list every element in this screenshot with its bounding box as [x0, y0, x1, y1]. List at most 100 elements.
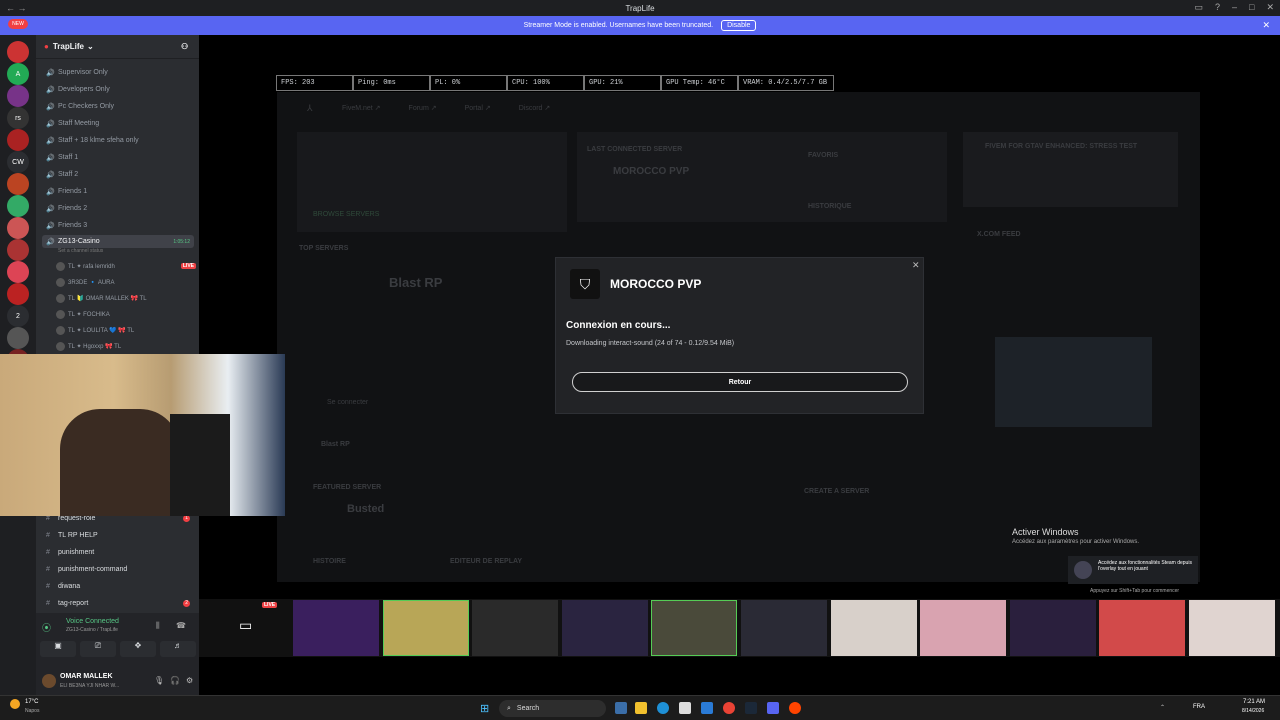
language-indicator[interactable]: FRA	[1193, 704, 1205, 710]
steam-taskbar-icon[interactable]	[745, 702, 757, 714]
user-name[interactable]: OMAR MALLEK	[60, 673, 113, 680]
featured-name[interactable]: Busted	[347, 503, 384, 515]
inbox-icon[interactable]: ▭	[1194, 2, 1203, 13]
screen-share-icon[interactable]: ⎚	[80, 641, 116, 657]
mail-icon[interactable]	[701, 702, 713, 714]
file-explorer-icon[interactable]	[635, 702, 647, 714]
maximize-button[interactable]: □	[1249, 2, 1254, 13]
stream-tile[interactable]	[293, 600, 379, 656]
server-icon[interactable]	[7, 261, 29, 283]
connect-button[interactable]: Se connecter	[327, 399, 368, 406]
fivem-nav-link[interactable]: FiveM.net ↗	[342, 104, 381, 112]
server-icon[interactable]	[7, 85, 29, 107]
close-button[interactable]: ✕	[1266, 2, 1274, 13]
channel-item[interactable]: 🔊 Staff Meeting	[42, 116, 194, 131]
channel-item[interactable]: 🔊 Staff 1	[42, 150, 194, 165]
guild-header[interactable]: ● TrapLife ⌄ ⚇	[36, 35, 199, 59]
voice-member[interactable]: 3R3DE 🔹 AURA	[56, 275, 196, 289]
stream-tile[interactable]	[830, 600, 917, 656]
store-icon[interactable]	[679, 702, 691, 714]
server-icon[interactable]	[7, 217, 29, 239]
voice-member[interactable]: TL ✦ LOULITA 💙 🎀 TL	[56, 323, 196, 337]
channel-item[interactable]: 🔊 Staff 2	[42, 167, 194, 182]
weather-location[interactable]: Napos	[25, 708, 39, 714]
discord-taskbar-icon[interactable]	[767, 702, 779, 714]
voice-member[interactable]: TL ✦ FOCHIKA	[56, 307, 196, 321]
activities-icon[interactable]: ✥	[120, 641, 156, 657]
minimize-button[interactable]: –	[1232, 2, 1237, 13]
clock-date[interactable]: 8/14/2026	[1242, 708, 1264, 714]
channel-item[interactable]: 🔊 Developers Only	[42, 82, 194, 97]
disconnect-icon[interactable]: ☎	[176, 621, 186, 630]
server-icon[interactable]: rs	[7, 107, 29, 129]
close-icon[interactable]: ✕	[912, 260, 920, 271]
add-member-icon[interactable]: ⚇	[181, 42, 188, 51]
replay-editor-button[interactable]: EDITEUR DE REPLAY	[450, 558, 522, 565]
back-arrow-icon[interactable]: ← →	[6, 3, 27, 13]
server-icon[interactable]	[7, 195, 29, 217]
voice-member[interactable]: TL ✦ rafa lemridh LIVE	[56, 259, 196, 273]
weather-temp[interactable]: 17°C	[25, 699, 38, 705]
fivem-nav-link[interactable]: Portal ↗	[465, 104, 491, 112]
disable-button[interactable]: Disable	[721, 20, 757, 31]
fivem-nav-link[interactable]: Forum ↗	[409, 104, 437, 112]
text-channel[interactable]: # tag-report 2	[42, 596, 194, 611]
text-channel[interactable]: # diwana	[42, 579, 194, 594]
channel-item[interactable]: 🔊 Friends 1	[42, 184, 194, 199]
channel-item[interactable]: 🔊 Pc Checkers Only	[42, 99, 194, 114]
fivem-nav-link[interactable]: Discord ↗	[519, 104, 551, 112]
help-icon[interactable]: ?	[1215, 2, 1220, 13]
channel-status[interactable]: Set a channel status	[58, 248, 103, 254]
top-server-name[interactable]: Blast RP	[389, 275, 442, 290]
task-view-icon[interactable]	[615, 702, 627, 714]
text-channel[interactable]: # punishment-command	[42, 562, 194, 577]
fivem-taskbar-icon[interactable]	[789, 702, 801, 714]
favoris-label[interactable]: FAVORIS	[808, 152, 838, 159]
browse-servers-button[interactable]: BROWSE SERVERS	[313, 211, 379, 218]
server-icon[interactable]: CW	[7, 151, 29, 173]
stream-tile[interactable]	[1099, 600, 1186, 656]
create-server-label[interactable]: CREATE A SERVER	[804, 488, 869, 495]
stream-tile[interactable]	[472, 600, 559, 656]
stream-tile[interactable]	[561, 600, 648, 656]
edge-icon[interactable]	[657, 702, 669, 714]
mic-icon[interactable]: 🎙	[154, 676, 164, 685]
tray-chevron-icon[interactable]: ⌃	[1160, 704, 1165, 711]
retour-button[interactable]: Retour	[572, 372, 908, 392]
voice-member[interactable]: TL ✦ Hgoxxp 🎀 TL	[56, 339, 196, 353]
voice-channel[interactable]: ZG13-Casino / TrapLife	[66, 627, 118, 633]
text-channel[interactable]: # punishment	[42, 545, 194, 560]
history-button[interactable]: HISTOIRE	[313, 558, 346, 565]
server-icon[interactable]: A	[7, 63, 29, 85]
close-icon[interactable]: ✕	[1262, 20, 1270, 31]
last-server-name[interactable]: MOROCCO PVP	[613, 166, 689, 177]
steam-notification[interactable]: Accédez aux fonctionnalités Steam depuis…	[1068, 556, 1198, 584]
server-icon[interactable]: 2	[7, 305, 29, 327]
server-icon[interactable]	[7, 173, 29, 195]
camera-icon[interactable]: ▣	[40, 641, 76, 657]
stream-tile[interactable]	[1189, 600, 1275, 656]
headphones-icon[interactable]: 🎧	[170, 676, 180, 685]
channel-item[interactable]: 🔊 Friends 2	[42, 201, 194, 216]
blast-rp-label[interactable]: Blast RP	[321, 441, 350, 448]
soundboard-icon[interactable]: ♬	[160, 641, 196, 657]
noise-icon[interactable]: ⫼	[156, 621, 160, 631]
settings-gear-icon[interactable]: ⚙	[186, 676, 193, 685]
server-icon[interactable]	[7, 239, 29, 261]
server-icon[interactable]	[7, 283, 29, 305]
channel-item[interactable]: 🔊 Friends 3	[42, 218, 194, 233]
chrome-icon[interactable]	[723, 702, 735, 714]
screen-icon[interactable]: ▭	[239, 617, 252, 634]
historique-label[interactable]: HISTORIQUE	[808, 203, 851, 210]
taskbar-search[interactable]: ⌕ Search	[499, 700, 606, 717]
stream-tile[interactable]	[382, 600, 469, 656]
stream-tile[interactable]	[1009, 600, 1096, 656]
voice-status[interactable]: Voice Connected	[66, 618, 119, 625]
stream-tile[interactable]	[741, 600, 827, 656]
windows-start-icon[interactable]: ⊞	[480, 702, 489, 715]
text-channel[interactable]: # TL RP HELP	[42, 528, 194, 543]
clock-time[interactable]: 7:21 AM	[1243, 699, 1265, 705]
server-icon[interactable]	[7, 327, 29, 349]
voice-member[interactable]: TL 🔰 OMAR MALLEK 🎀 TL	[56, 291, 196, 305]
user-avatar[interactable]	[42, 674, 56, 688]
